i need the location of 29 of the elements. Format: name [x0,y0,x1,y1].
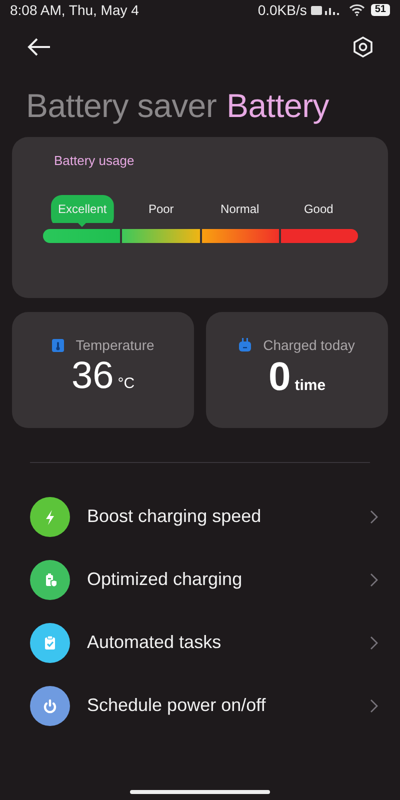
stat-value: 0 [268,355,291,400]
tab[interactable]: Battery [226,87,329,125]
chevron-icon [370,698,378,712]
clock-time: 8:08 AM, Thu, May 4 [10,2,140,18]
stat-unit: °C [118,375,135,392]
settings-button[interactable] [352,36,374,58]
chevron-icon [370,572,378,586]
tab[interactable]: Battery saver [26,87,217,125]
back-button[interactable] [26,37,52,57]
menu-item[interactable]: Boost charging speed [30,485,378,548]
menu-item[interactable]: Optimized charging [30,548,378,611]
network-speed: 0.0KB/s [258,2,307,18]
chevron-icon [370,510,378,524]
chevron-icon [370,636,378,650]
menu-item[interactable]: Schedule power on/off [30,674,378,737]
wifi-icon [348,4,365,16]
menu-item[interactable]: Automated tasks [30,611,378,674]
thermometer-icon [52,338,64,352]
stat-value: 36 [71,355,114,398]
rating-label: Good [302,201,334,218]
rating-label: Poor [147,201,175,218]
selected-rating: Excellent [51,195,114,228]
plug-icon [239,338,252,352]
stat-label: Charged today [263,337,355,353]
battery-level: 51 [370,4,390,16]
card-title: Battery usage [54,153,136,168]
stat-unit: time [294,377,326,394]
rating-label: Normal [220,201,260,218]
stat-label: Temperature [76,337,154,353]
